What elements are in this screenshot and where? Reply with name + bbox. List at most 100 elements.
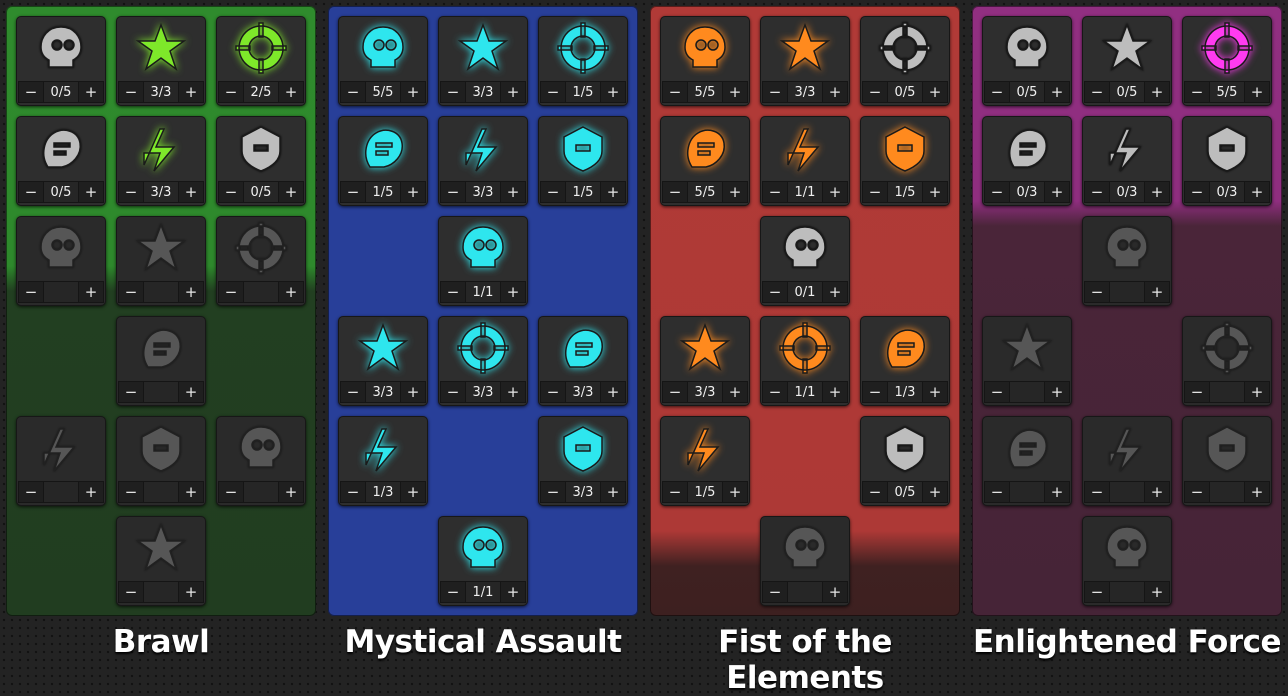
decrement-button[interactable]: − — [540, 81, 566, 103]
skill-enlightened-force-shield-crest[interactable]: −0/5 + — [982, 16, 1072, 106]
increment-button[interactable]: + — [600, 381, 626, 403]
decrement-button[interactable]: − — [1084, 181, 1110, 203]
decrement-button[interactable]: − — [1084, 281, 1110, 303]
skill-fist-of-the-elements-triple-skull[interactable]: −1/5 + — [860, 116, 950, 206]
decrement-button[interactable]: − — [340, 481, 366, 503]
skill-mystical-assault-rising-arrow[interactable]: −1/1 + — [438, 216, 528, 306]
increment-button[interactable]: + — [922, 181, 948, 203]
skill-brawl-drill[interactable]: − + — [116, 316, 206, 406]
skill-mystical-assault-double-skull[interactable]: −5/5 + — [338, 16, 428, 106]
increment-button[interactable]: + — [500, 181, 526, 203]
increment-button[interactable]: + — [178, 81, 204, 103]
decrement-button[interactable]: − — [662, 381, 688, 403]
increment-button[interactable]: + — [500, 581, 526, 603]
increment-button[interactable]: + — [178, 381, 204, 403]
skill-enlightened-force-heal-fist[interactable]: −0/3 + — [1182, 116, 1272, 206]
decrement-button[interactable]: − — [540, 381, 566, 403]
decrement-button[interactable]: − — [1184, 381, 1210, 403]
skill-mystical-assault-crowned-skull[interactable]: −3/3 + — [538, 416, 628, 506]
increment-button[interactable]: + — [1044, 181, 1070, 203]
increment-button[interactable]: + — [600, 481, 626, 503]
decrement-button[interactable]: − — [540, 481, 566, 503]
increment-button[interactable]: + — [1144, 81, 1170, 103]
decrement-button[interactable]: − — [984, 81, 1010, 103]
skill-mystical-assault-crossed-blades[interactable]: −3/3 + — [538, 316, 628, 406]
decrement-button[interactable]: − — [1084, 481, 1110, 503]
skill-mystical-assault-winged-gun[interactable]: −3/3 + — [438, 16, 528, 106]
skill-brawl-grenade-skull[interactable]: −3/3 + — [116, 16, 206, 106]
increment-button[interactable]: + — [278, 81, 304, 103]
decrement-button[interactable]: − — [118, 281, 144, 303]
increment-button[interactable]: + — [1144, 281, 1170, 303]
decrement-button[interactable]: − — [762, 81, 788, 103]
skill-enlightened-force-woman-face[interactable]: − + — [1182, 316, 1272, 406]
decrement-button[interactable]: − — [18, 481, 44, 503]
skill-brawl-bomb[interactable]: − + — [116, 516, 206, 606]
decrement-button[interactable]: − — [862, 81, 888, 103]
decrement-button[interactable]: − — [1184, 481, 1210, 503]
increment-button[interactable]: + — [1144, 581, 1170, 603]
skill-mystical-assault-hourglass[interactable]: −1/5 + — [538, 116, 628, 206]
increment-button[interactable]: + — [822, 381, 848, 403]
decrement-button[interactable]: − — [762, 581, 788, 603]
decrement-button[interactable]: − — [984, 181, 1010, 203]
decrement-button[interactable]: − — [1084, 81, 1110, 103]
decrement-button[interactable]: − — [862, 481, 888, 503]
skill-enlightened-force-sword-splash[interactable]: − + — [982, 416, 1072, 506]
decrement-button[interactable]: − — [118, 181, 144, 203]
skill-enlightened-force-fist-punch[interactable]: −0/5 + — [1082, 16, 1172, 106]
increment-button[interactable]: + — [822, 81, 848, 103]
increment-button[interactable]: + — [722, 81, 748, 103]
decrement-button[interactable]: − — [540, 181, 566, 203]
decrement-button[interactable]: − — [440, 581, 466, 603]
increment-button[interactable]: + — [1244, 381, 1270, 403]
decrement-button[interactable]: − — [18, 181, 44, 203]
increment-button[interactable]: + — [1144, 181, 1170, 203]
skill-fist-of-the-elements-hand-spark[interactable]: −1/1 + — [760, 116, 850, 206]
skill-fist-of-the-elements-flame-hourglass[interactable]: −5/5 + — [660, 16, 750, 106]
increment-button[interactable]: + — [278, 181, 304, 203]
increment-button[interactable]: + — [600, 81, 626, 103]
increment-button[interactable]: + — [1244, 81, 1270, 103]
skill-fist-of-the-elements-nuke-skull[interactable]: −1/3 + — [860, 316, 950, 406]
increment-button[interactable]: + — [278, 281, 304, 303]
decrement-button[interactable]: − — [762, 381, 788, 403]
skill-brawl-angel[interactable]: − + — [216, 416, 306, 506]
decrement-button[interactable]: − — [218, 81, 244, 103]
increment-button[interactable]: + — [1044, 481, 1070, 503]
skill-mystical-assault-bullet-spark[interactable]: −3/3 + — [338, 316, 428, 406]
increment-button[interactable]: + — [922, 81, 948, 103]
decrement-button[interactable]: − — [18, 81, 44, 103]
skill-mystical-assault-crosshair[interactable]: −3/3 + — [438, 116, 528, 206]
decrement-button[interactable]: − — [118, 381, 144, 403]
skill-brawl-spin[interactable]: −0/5 + — [216, 116, 306, 206]
decrement-button[interactable]: − — [340, 381, 366, 403]
increment-button[interactable]: + — [500, 281, 526, 303]
increment-button[interactable]: + — [722, 381, 748, 403]
skill-fist-of-the-elements-lightning-bullet[interactable]: −3/3 + — [660, 316, 750, 406]
skill-brawl-skull-crossbones[interactable]: − + — [116, 416, 206, 506]
increment-button[interactable]: + — [400, 381, 426, 403]
skill-enlightened-force-shovel[interactable]: − + — [1082, 516, 1172, 606]
skill-brawl-shield-bandage[interactable]: − + — [16, 216, 106, 306]
increment-button[interactable]: + — [400, 81, 426, 103]
skill-fist-of-the-elements-pistol[interactable]: − + — [760, 516, 850, 606]
decrement-button[interactable]: − — [762, 181, 788, 203]
skill-brawl-scythe[interactable]: − + — [116, 216, 206, 306]
skill-mystical-assault-skull-banner[interactable]: −1/5 + — [538, 16, 628, 106]
decrement-button[interactable]: − — [1084, 581, 1110, 603]
decrement-button[interactable]: − — [340, 81, 366, 103]
increment-button[interactable]: + — [178, 281, 204, 303]
decrement-button[interactable]: − — [18, 281, 44, 303]
decrement-button[interactable]: − — [118, 481, 144, 503]
increment-button[interactable]: + — [822, 181, 848, 203]
increment-button[interactable]: + — [822, 581, 848, 603]
increment-button[interactable]: + — [78, 181, 104, 203]
increment-button[interactable]: + — [400, 181, 426, 203]
skill-mystical-assault-arrow-shot[interactable]: −1/5 + — [338, 116, 428, 206]
increment-button[interactable]: + — [600, 181, 626, 203]
skill-enlightened-force-fist-up[interactable]: − + — [982, 316, 1072, 406]
decrement-button[interactable]: − — [984, 381, 1010, 403]
decrement-button[interactable]: − — [862, 381, 888, 403]
skill-brawl-skull-crate[interactable]: −3/3 + — [116, 116, 206, 206]
